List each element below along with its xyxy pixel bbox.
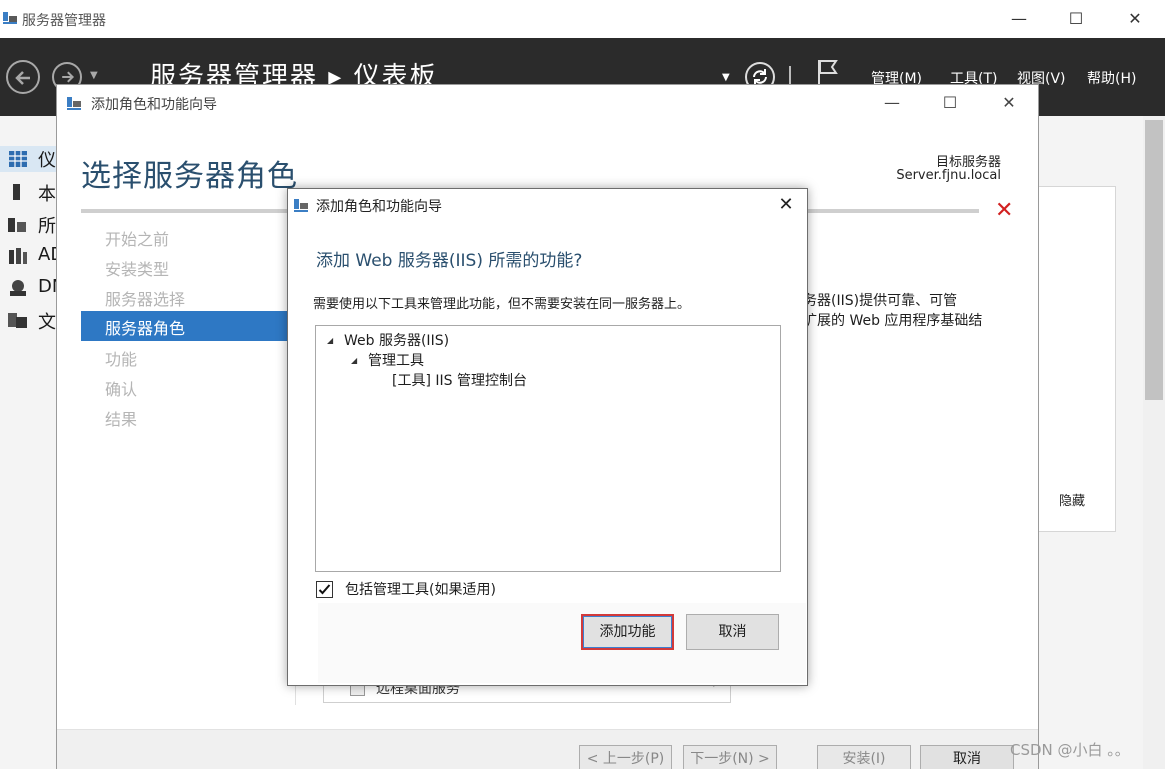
wizard-maximize-button[interactable]: ☐ xyxy=(936,91,964,115)
server-manager-titlebar: 服务器管理器 — ☐ ✕ xyxy=(0,0,1165,38)
sidebar-item-dashboard[interactable]: 仪 xyxy=(0,146,56,172)
previous-button[interactable]: < 上一步(P) xyxy=(579,745,672,769)
file-services-icon xyxy=(8,313,27,328)
wizard-icon xyxy=(67,97,81,110)
role-description-line-1: 务器(IIS)提供可靠、可管 xyxy=(803,293,958,309)
menu-help[interactable]: 帮助(H) xyxy=(1087,68,1136,88)
step-server-roles[interactable]: 服务器角色 xyxy=(81,311,289,341)
dialog-message: 需要使用以下工具来管理此功能，但不需要安装在同一服务器上。 xyxy=(313,297,691,312)
include-tools-label[interactable]: 包括管理工具(如果适用) xyxy=(345,579,496,599)
tree-node-management-tools[interactable]: 管理工具 xyxy=(368,350,424,370)
wizard-close-button[interactable]: ✕ xyxy=(995,91,1023,115)
dialog-icon xyxy=(294,199,308,212)
dialog-heading: 添加 Web 服务器(IIS) 所需的功能? xyxy=(316,251,583,271)
dialog-titlebar: 添加角色和功能向导 ✕ xyxy=(288,189,807,221)
dialog-close-button[interactable]: ✕ xyxy=(774,193,798,217)
dns-icon xyxy=(10,280,26,296)
step-before-you-begin[interactable]: 开始之前 xyxy=(105,226,169,250)
server-manager-sidebar: 仪 本 所 AD DN 文 xyxy=(0,116,65,769)
close-button[interactable]: ✕ xyxy=(1120,6,1150,32)
header-separator xyxy=(789,66,791,86)
error-x-icon[interactable]: ✕ xyxy=(995,198,1013,223)
tree-node-iis-console[interactable]: [工具] IIS 管理控制台 xyxy=(392,370,527,390)
step-results[interactable]: 结果 xyxy=(105,406,137,430)
install-button[interactable]: 安装(I) xyxy=(817,745,911,769)
watermark: CSDN @小白 。。 xyxy=(1010,741,1130,759)
wizard-page-heading: 选择服务器角色 xyxy=(81,159,298,194)
next-button[interactable]: 下一步(N) > xyxy=(683,745,777,769)
scrollbar-thumb[interactable] xyxy=(1145,120,1163,400)
step-confirmation[interactable]: 确认 xyxy=(105,376,137,400)
expand-arrow-icon[interactable]: ◢ xyxy=(351,356,357,365)
target-server-value: Server.fjnu.local xyxy=(896,168,1001,183)
wizard-title: 添加角色和功能向导 xyxy=(91,97,217,113)
all-servers-icon xyxy=(8,218,26,232)
back-button[interactable] xyxy=(6,60,40,94)
wizard-footer: < 上一步(P) 下一步(N) > 安装(I) 取消 xyxy=(57,729,1038,769)
minimize-button[interactable]: — xyxy=(1004,6,1034,32)
local-server-icon xyxy=(13,184,20,200)
ad-icon xyxy=(9,248,27,264)
step-server-selection[interactable]: 服务器选择 xyxy=(105,286,185,310)
include-tools-checkbox[interactable] xyxy=(316,581,333,598)
hide-link[interactable]: 隐藏 xyxy=(1059,490,1085,509)
dialog-cancel-button[interactable]: 取消 xyxy=(686,614,779,650)
checkmark-icon xyxy=(318,584,331,595)
forward-arrow-icon xyxy=(62,71,75,83)
add-features-dialog: 添加角色和功能向导 ✕ 添加 Web 服务器(IIS) 所需的功能? 需要使用以… xyxy=(287,188,808,686)
dashboard-icon xyxy=(9,151,27,167)
welcome-tile-panel: 隐藏 xyxy=(1038,186,1116,532)
wizard-minimize-button[interactable]: — xyxy=(878,91,906,115)
server-manager-icon xyxy=(3,12,17,24)
back-arrow-icon xyxy=(15,71,30,85)
feature-tree[interactable]: ◢ Web 服务器(IIS) ◢ 管理工具 [工具] IIS 管理控制台 xyxy=(315,325,781,572)
role-description-line-2: 扩展的 Web 应用程序基础结 xyxy=(803,313,983,329)
dialog-title: 添加角色和功能向导 xyxy=(316,199,442,215)
maximize-button[interactable]: ☐ xyxy=(1061,6,1091,32)
history-dropdown-icon[interactable]: ▼ xyxy=(90,70,98,81)
step-server-roles-label: 服务器角色 xyxy=(105,319,186,338)
step-features[interactable]: 功能 xyxy=(105,346,137,370)
server-manager-title: 服务器管理器 xyxy=(22,13,106,29)
wizard-titlebar: 添加角色和功能向导 — ☐ ✕ xyxy=(57,85,1038,121)
breadcrumb-dropdown-icon[interactable]: ▼ xyxy=(722,72,730,83)
tree-node-web-server[interactable]: Web 服务器(IIS) xyxy=(344,330,449,350)
wizard-cancel-button[interactable]: 取消 xyxy=(920,745,1014,769)
add-features-button[interactable]: 添加功能 xyxy=(581,614,674,650)
step-installation-type[interactable]: 安装类型 xyxy=(105,256,169,280)
expand-arrow-icon[interactable]: ◢ xyxy=(327,336,333,345)
